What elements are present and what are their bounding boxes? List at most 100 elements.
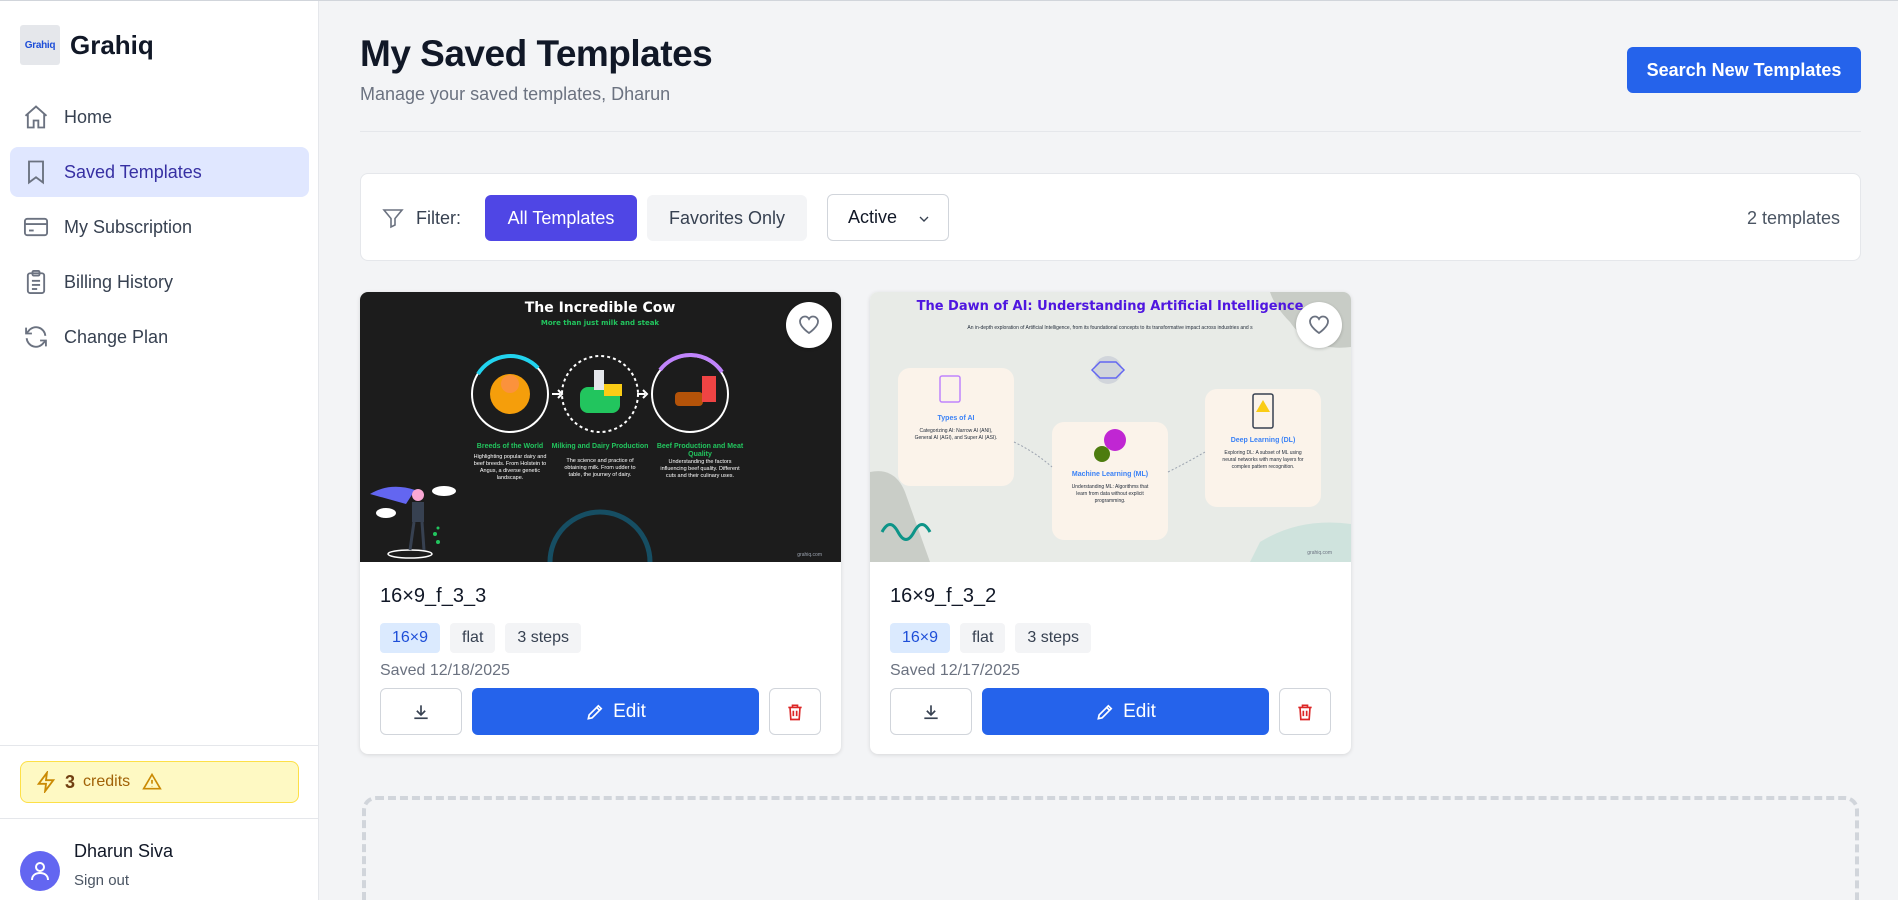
template-tags: 16×9 flat 3 steps bbox=[890, 623, 1091, 653]
brand[interactable]: Grahiq Grahiq bbox=[20, 25, 154, 65]
template-card: The Dawn of AI: Understanding Artificial… bbox=[870, 292, 1351, 754]
template-tags: 16×9 flat 3 steps bbox=[380, 623, 581, 653]
svg-text:Deep Learning (DL): Deep Learning (DL) bbox=[1231, 437, 1296, 444]
home-icon bbox=[24, 105, 48, 129]
svg-text:learn from data without explic: learn from data without explicit bbox=[1076, 491, 1144, 497]
edit-button[interactable]: Edit bbox=[472, 688, 759, 735]
thumb-title: The Incredible Cow bbox=[525, 300, 676, 316]
credits-badge[interactable]: 3 credits bbox=[20, 761, 299, 803]
svg-text:grahiq.com: grahiq.com bbox=[1307, 550, 1332, 556]
svg-text:programming.: programming. bbox=[1095, 498, 1126, 504]
user-section: Dharun Siva Sign out bbox=[0, 818, 319, 900]
saved-date: Saved 12/17/2025 bbox=[890, 662, 1020, 679]
sidebar-item-change-plan[interactable]: Change Plan bbox=[10, 312, 309, 362]
svg-text:Milking and Dairy Production: Milking and Dairy Production bbox=[552, 443, 649, 450]
sidebar-item-saved-templates[interactable]: Saved Templates bbox=[10, 147, 309, 197]
credits-section: 3 credits bbox=[0, 745, 319, 818]
sidebar-item-label: Billing History bbox=[64, 271, 174, 292]
delete-button[interactable] bbox=[769, 688, 821, 735]
sidebar-item-label: Saved Templates bbox=[64, 161, 202, 182]
svg-text:neural networks with many laye: neural networks with many layers for bbox=[1222, 457, 1303, 463]
filter-bar: Filter: All Templates Favorites Only Act… bbox=[360, 173, 1861, 261]
svg-text:cuts and their culinary uses.: cuts and their culinary uses. bbox=[666, 473, 735, 479]
edit-button-label: Edit bbox=[1123, 700, 1156, 722]
svg-text:General AI (AGI), and Super AI: General AI (AGI), and Super AI (ASI). bbox=[915, 435, 998, 441]
svg-text:table, the journey of dairy.: table, the journey of dairy. bbox=[569, 472, 632, 478]
thumb-title: The Dawn of AI: Understanding Artificial… bbox=[917, 299, 1304, 314]
tag-aspect-ratio: 16×9 bbox=[380, 623, 441, 653]
download-button[interactable] bbox=[380, 688, 462, 735]
avatar[interactable] bbox=[20, 851, 60, 891]
download-button[interactable] bbox=[890, 688, 972, 735]
sidebar: Grahiq Grahiq Home Saved Templates My Su… bbox=[0, 1, 319, 900]
user-name: Dharun Siva bbox=[74, 841, 174, 861]
template-thumbnail[interactable]: The Dawn of AI: Understanding Artificial… bbox=[870, 292, 1351, 562]
favorite-button[interactable] bbox=[786, 302, 832, 348]
svg-text:complex pattern recognition.: complex pattern recognition. bbox=[1232, 464, 1295, 470]
search-new-templates-button[interactable]: Search New Templates bbox=[1627, 47, 1861, 93]
svg-text:Beef Production and Meat: Beef Production and Meat bbox=[657, 443, 744, 450]
thumb-subtitle: An in-depth exploration of Artificial In… bbox=[967, 325, 1253, 331]
edit-button-label: Edit bbox=[613, 700, 646, 722]
refresh-icon bbox=[25, 326, 47, 348]
lightning-icon bbox=[36, 771, 56, 793]
chevron-down-icon bbox=[919, 216, 929, 222]
svg-text:Categorizing AI: Narrow AI (AN: Categorizing AI: Narrow AI (ANI), bbox=[919, 428, 992, 434]
template-name: 16×9_f_3_2 bbox=[890, 585, 997, 607]
heart-icon bbox=[799, 315, 819, 335]
template-card: The Incredible Cow More than just milk a… bbox=[360, 292, 841, 754]
svg-text:landscape.: landscape. bbox=[497, 475, 524, 481]
sidebar-item-label: Change Plan bbox=[64, 326, 169, 347]
tag-steps: 3 steps bbox=[505, 623, 581, 653]
tag-aspect-ratio: 16×9 bbox=[890, 623, 951, 653]
svg-text:Quality: Quality bbox=[688, 451, 712, 458]
svg-text:Highlighting popular dairy and: Highlighting popular dairy and bbox=[474, 454, 547, 460]
edit-button[interactable]: Edit bbox=[982, 688, 1269, 735]
trash-icon bbox=[1298, 704, 1312, 720]
download-icon bbox=[924, 704, 938, 719]
sidebar-item-home[interactable]: Home bbox=[10, 92, 309, 142]
clipboard-icon bbox=[26, 269, 46, 295]
svg-text:Angus, a diverse genetic: Angus, a diverse genetic bbox=[480, 468, 540, 474]
sidebar-item-label: Home bbox=[64, 106, 113, 127]
page-subtitle: Manage your saved templates, Dharun bbox=[360, 84, 671, 104]
filter-label: Filter: bbox=[416, 208, 461, 228]
svg-text:Breeds of the World: Breeds of the World bbox=[477, 443, 543, 450]
thumbnail-ai-infographic: The Dawn of AI: Understanding Artificial… bbox=[870, 292, 1351, 562]
credits-label: credits bbox=[83, 773, 131, 790]
status-select[interactable]: Active bbox=[827, 194, 949, 241]
svg-text:Understanding the factors: Understanding the factors bbox=[669, 459, 732, 465]
credit-card-icon bbox=[23, 217, 49, 237]
header-divider bbox=[360, 131, 1861, 132]
tag-style: flat bbox=[960, 623, 1006, 653]
template-thumbnail[interactable]: The Incredible Cow More than just milk a… bbox=[360, 292, 841, 562]
sidebar-item-my-subscription[interactable]: My Subscription bbox=[10, 202, 309, 252]
svg-text:Types of AI: Types of AI bbox=[938, 415, 975, 422]
svg-text:The science and practice of: The science and practice of bbox=[566, 458, 634, 464]
saved-date: Saved 12/18/2025 bbox=[380, 662, 510, 679]
thumb-subtitle: More than just milk and steak bbox=[541, 319, 660, 327]
heart-icon bbox=[1309, 315, 1329, 335]
brand-logo: Grahiq bbox=[20, 25, 60, 65]
delete-button[interactable] bbox=[1279, 688, 1331, 735]
bookmark-icon bbox=[28, 160, 44, 185]
svg-text:Understanding ML: Algorithms t: Understanding ML: Algorithms that bbox=[1072, 484, 1149, 490]
filter-favorites-only-button[interactable]: Favorites Only bbox=[647, 195, 807, 241]
svg-text:beef breeds. From Holstein to: beef breeds. From Holstein to bbox=[474, 461, 546, 467]
svg-text:grahiq.com: grahiq.com bbox=[797, 552, 822, 558]
trash-icon bbox=[788, 704, 802, 720]
favorite-button[interactable] bbox=[1296, 302, 1342, 348]
filter-all-templates-button[interactable]: All Templates bbox=[485, 195, 637, 241]
template-count: 2 templates bbox=[1746, 208, 1840, 228]
new-template-dropzone[interactable] bbox=[362, 796, 1859, 900]
sidebar-item-billing-history[interactable]: Billing History bbox=[10, 257, 309, 307]
status-select-value: Active bbox=[848, 207, 898, 227]
sign-out-link[interactable]: Sign out bbox=[74, 872, 173, 889]
svg-text:Exploring DL: A subset of ML u: Exploring DL: A subset of ML using bbox=[1224, 450, 1302, 456]
pencil-icon bbox=[1097, 704, 1113, 720]
download-icon bbox=[414, 704, 428, 719]
template-name: 16×9_f_3_3 bbox=[380, 585, 487, 607]
page-title: My Saved Templates bbox=[360, 33, 713, 74]
svg-text:influencing beef quality. Diff: influencing beef quality. Different bbox=[660, 466, 740, 472]
pencil-icon bbox=[587, 704, 603, 720]
